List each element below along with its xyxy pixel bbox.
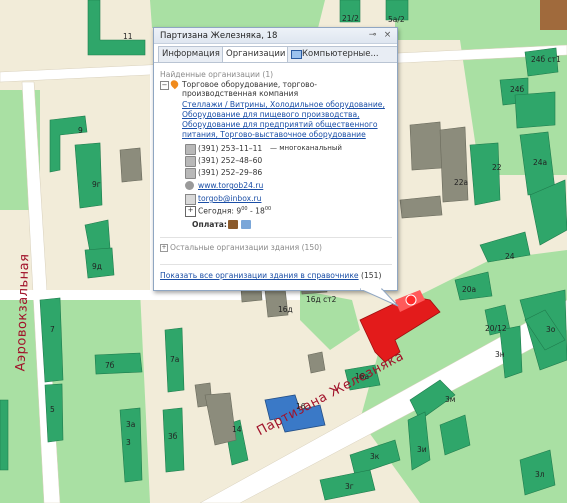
bldg-label: 3и <box>417 445 427 454</box>
bldg-label: 9д <box>92 262 102 271</box>
hours: Сегодня: 900 - 1800 <box>198 206 272 216</box>
show-all-link[interactable]: Показать все организации здания в справо… <box>160 271 359 280</box>
brown-building <box>540 0 567 30</box>
email-link[interactable]: torgob@inbox.ru <box>198 194 262 203</box>
computer-icon <box>291 50 302 59</box>
globe-icon <box>185 181 194 190</box>
bldg-label: 22 <box>492 163 502 172</box>
card-icon <box>241 220 251 229</box>
hours-to-m: 00 <box>264 206 272 212</box>
payment-label: Оплата: <box>192 220 227 229</box>
bldg-label: 5а/2 <box>388 15 405 24</box>
bldg-label: 3к <box>370 452 380 461</box>
bldg-label: 11 <box>123 32 133 41</box>
website-link[interactable]: www.torgob24.ru <box>198 181 263 190</box>
bldg-label: 9г <box>92 180 101 189</box>
bldg-label: 16д <box>278 305 293 314</box>
clock-icon: + <box>185 206 196 217</box>
collapse-toggle-icon[interactable]: − <box>160 81 169 90</box>
bldg-label: 7 <box>50 325 55 334</box>
hours-from-m: 00 <box>241 206 248 212</box>
bldg-label: 3а <box>126 420 136 429</box>
bldg-label: 9 <box>78 126 83 135</box>
bldg-label: 16 <box>296 402 306 411</box>
bldg-label: 20/12 <box>485 324 507 333</box>
bldg-label: 3б <box>168 432 178 441</box>
wallet-icon <box>228 220 238 229</box>
phone-number-1: (391) 253–11–11 <box>198 144 263 153</box>
bldg-label: 16д ст2 <box>306 295 337 304</box>
category-line2[interactable]: Оборудование для пищевого производства, <box>182 110 360 119</box>
org-marker-icon <box>169 78 180 90</box>
other-organizations[interactable]: Остальные организации здания (150) <box>170 243 322 252</box>
organization-popup: Партизана Железняка, 18 ⊸ × Информация О… <box>153 27 398 291</box>
close-icon[interactable]: × <box>383 30 392 40</box>
popup-title: Партизана Железняка, 18 <box>160 31 278 41</box>
category-line4[interactable]: питания, Торгово-выставочное оборудовани… <box>182 130 366 139</box>
bldg-label: 3г <box>345 482 354 491</box>
bldg-label: 24б <box>510 85 525 94</box>
bldg-label: 3н <box>495 350 505 359</box>
bldg-label: 7а <box>170 355 180 364</box>
bldg-label: 3о <box>546 325 556 334</box>
tab-computer-label: Компьютерные... <box>302 49 379 59</box>
org-name-line2: производственная компания <box>182 89 299 98</box>
tab-organizations[interactable]: Организации <box>222 46 292 63</box>
bldg-label: 7б <box>105 361 115 370</box>
org-name-line1: Торговое оборудование, торгово- <box>182 80 318 89</box>
phone-icon <box>185 168 196 179</box>
show-all-count: (151) <box>361 271 382 280</box>
category-line3[interactable]: Оборудование для предприятий общественно… <box>182 120 378 129</box>
bldg-label: 5 <box>50 405 55 414</box>
bldg-label: 3м <box>445 395 456 404</box>
popup-header: Партизана Железняка, 18 ⊸ × <box>154 28 397 44</box>
hours-prefix: Сегодня: <box>198 206 234 216</box>
expand-toggle-icon[interactable]: + <box>160 244 168 252</box>
tab-information[interactable]: Информация <box>158 46 227 62</box>
popup-tail <box>360 288 399 307</box>
phone-number-3: (391) 252–29–86 <box>198 168 263 177</box>
bldg-label: 16а <box>355 372 370 381</box>
phone-note-1: — многоканальный <box>270 144 342 152</box>
phone-icon <box>185 156 196 167</box>
category-line1[interactable]: Стеллажи / Витрины, Холодильное оборудов… <box>182 100 385 109</box>
hours-to-h: 18 <box>255 206 265 216</box>
bldg-label: 24 <box>505 252 515 261</box>
pin-icon[interactable]: ⊸ <box>368 30 377 40</box>
phone-icon <box>185 144 196 155</box>
bldg-label: 24а <box>533 158 548 167</box>
found-organizations-label: Найденные организации (1) <box>160 70 274 79</box>
bldg-label: 3л <box>535 470 545 479</box>
bldg-label: 3 <box>126 438 131 447</box>
mail-icon <box>185 194 196 205</box>
bldg-label: 20а <box>462 285 477 294</box>
bldg-label: 22а <box>454 178 469 187</box>
show-all-row: Показать все организации здания в справо… <box>160 271 381 280</box>
bldg-label: 21/2 <box>342 14 359 23</box>
tab-computer[interactable]: Компьютерные... <box>287 46 397 62</box>
phone-number-2: (391) 252–48–60 <box>198 156 263 165</box>
bldg-label: 24б ст1 <box>531 55 561 64</box>
bldg-label: 14 <box>232 425 242 434</box>
